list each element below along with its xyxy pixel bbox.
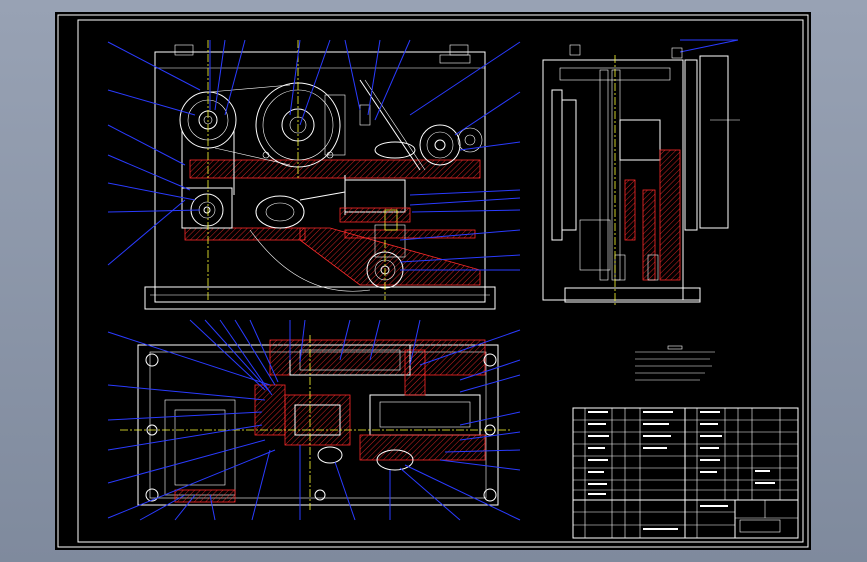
- parts-list-table: [572, 407, 799, 539]
- assembly-drawing: [57, 14, 809, 548]
- drawing-sheet: [55, 12, 811, 550]
- front-view: [144, 40, 496, 310]
- cad-viewport[interactable]: [0, 0, 867, 562]
- plan-view: [120, 335, 510, 510]
- motor-icon: [181, 187, 233, 229]
- technical-notes: [635, 345, 715, 381]
- side-view: [542, 39, 740, 305]
